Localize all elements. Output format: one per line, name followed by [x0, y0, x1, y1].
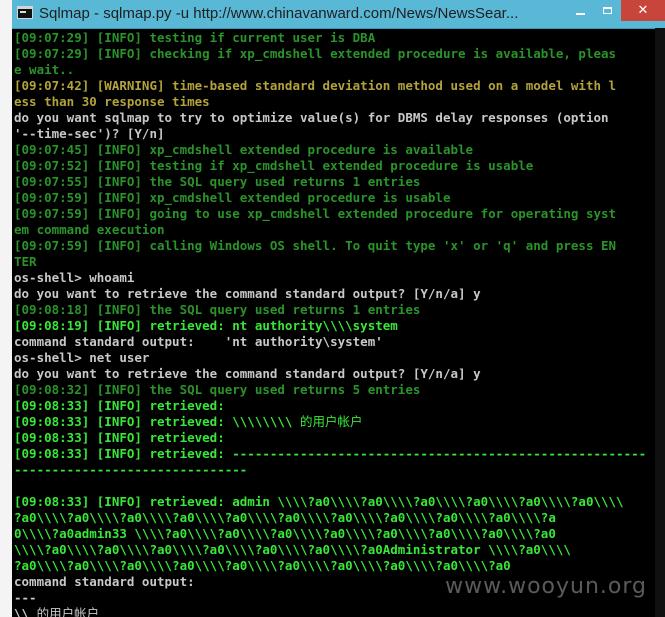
console-text: [09:07:59] [INFO] going to use xp_cmdshe…: [14, 206, 617, 221]
console-text: TER: [14, 254, 37, 269]
console-text: os-shell> whoami: [14, 270, 135, 285]
console-line: [09:07:45] [INFO] xp_cmdshell extended p…: [14, 142, 655, 158]
console-text: '--time-sec')? [Y/n]: [14, 126, 165, 141]
console-line: [09:07:55] [INFO] the SQL query used ret…: [14, 174, 655, 190]
console-text: command standard output: 'nt authority\s…: [14, 334, 383, 349]
console-line: do you want sqlmap to try to optimize va…: [14, 110, 655, 126]
console-text: ?a0\\\\?a0\\\\?a0\\\\?a0\\\\?a0\\\\?a0\\…: [14, 510, 556, 525]
console-text: \\: [14, 606, 37, 617]
console-text: [09:07:42] [WARNING] time-based standard…: [14, 78, 617, 93]
console-text: os-shell> net user: [14, 350, 150, 365]
console-line: [09:08:32] [INFO] the SQL query used ret…: [14, 382, 655, 398]
console-line: do you want to retrieve the command stan…: [14, 286, 655, 302]
sqlmap-console-window[interactable]: Sqlmap - sqlmap.py -u http://www.chinava…: [12, 0, 665, 617]
console-line: '--time-sec')? [Y/n]: [14, 126, 655, 142]
console-line: [09:08:19] [INFO] retrieved: nt authorit…: [14, 318, 655, 334]
console-line: [09:07:59] [INFO] calling Windows OS she…: [14, 238, 655, 254]
console-line: 0\\\\?a0admin33 \\\\?a0\\\\?a0\\\\?a0\\\…: [14, 526, 655, 542]
console-line: [09:08:33] [INFO] retrieved:: [14, 398, 655, 414]
console-line: command standard output: 'nt authority\s…: [14, 334, 655, 350]
console-line: TER: [14, 254, 655, 270]
console-text: do you want to retrieve the command stan…: [14, 366, 481, 381]
title-bar[interactable]: Sqlmap - sqlmap.py -u http://www.chinava…: [12, 0, 665, 29]
console-line: [09:08:33] [INFO] retrieved: \\\\\\\\ 的用…: [14, 414, 655, 430]
console-line: os-shell> net user: [14, 350, 655, 366]
maximize-button[interactable]: [594, 0, 621, 21]
console-text: do you want sqlmap to try to optimize va…: [14, 110, 609, 125]
console-text: [09:07:59] [INFO] xp_cmdshell extended p…: [14, 190, 451, 205]
vertical-scrollbar[interactable]: [655, 28, 665, 617]
window-controls: ✕: [567, 0, 665, 21]
console-icon: [17, 6, 33, 19]
console-line: em command execution: [14, 222, 655, 238]
console-text: [09:07:29] [INFO] checking if xp_cmdshel…: [14, 46, 617, 61]
console-line: [09:07:29] [INFO] checking if xp_cmdshel…: [14, 46, 655, 62]
window-title: Sqlmap - sqlmap.py -u http://www.chinava…: [39, 5, 519, 22]
console-output[interactable]: [09:07:29] [INFO] testing if current use…: [14, 30, 655, 617]
console-text: -------------------------------: [14, 462, 248, 477]
console-line: [09:07:29] [INFO] testing if current use…: [14, 30, 655, 46]
close-icon: ✕: [637, 3, 649, 18]
close-button[interactable]: ✕: [621, 0, 665, 21]
console-line: [09:08:33] [INFO] retrieved: -----------…: [14, 446, 655, 462]
console-line: -------------------------------: [14, 462, 655, 478]
console-line: e wait..: [14, 62, 655, 78]
console-line: ?a0\\\\?a0\\\\?a0\\\\?a0\\\\?a0\\\\?a0\\…: [14, 558, 655, 574]
console-text: [09:08:33] [INFO] retrieved:: [14, 398, 225, 413]
console-text: [09:07:55] [INFO] the SQL query used ret…: [14, 174, 421, 189]
console-text: do you want to retrieve the command stan…: [14, 286, 481, 301]
console-text: ess than 30 response times: [14, 94, 210, 109]
console-text: [09:07:52] [INFO] testing if xp_cmdshell…: [14, 158, 534, 173]
console-text: [09:08:33] [INFO] retrieved: -----------…: [14, 446, 647, 461]
console-text: ---: [14, 590, 37, 605]
console-line: [09:07:59] [INFO] xp_cmdshell extended p…: [14, 190, 655, 206]
console-text: [09:07:45] [INFO] xp_cmdshell extended p…: [14, 142, 474, 157]
console-line: ?a0\\\\?a0\\\\?a0\\\\?a0\\\\?a0\\\\?a0\\…: [14, 510, 655, 526]
console-text: [09:08:32] [INFO] the SQL query used ret…: [14, 382, 421, 397]
console-line: \\ 的用户帐户: [14, 606, 655, 617]
console-text: [09:07:59] [INFO] calling Windows OS she…: [14, 238, 617, 253]
console-text: em command execution: [14, 222, 165, 237]
console-line: os-shell> whoami: [14, 270, 655, 286]
watermark-text: www.wooyun.org: [445, 574, 647, 599]
console-line: [09:07:52] [INFO] testing if xp_cmdshell…: [14, 158, 655, 174]
console-text: 的用户帐户: [299, 414, 363, 429]
console-text: 0\\\\?a0admin33 \\\\?a0\\\\?a0\\\\?a0\\\…: [14, 526, 556, 541]
console-line: [09:07:42] [WARNING] time-based standard…: [14, 78, 655, 94]
console-text: \\\\?a0\\\\?a0\\\\?a0\\\\?a0\\\\?a0\\\\?…: [14, 542, 571, 557]
console-line: [09:08:33] [INFO] retrieved: admin \\\\?…: [14, 494, 655, 510]
console-line: [09:08:33] [INFO] retrieved:: [14, 430, 655, 446]
console-text: [09:08:18] [INFO] the SQL query used ret…: [14, 302, 421, 317]
minimize-button[interactable]: [567, 0, 594, 21]
console-text: e wait..: [14, 62, 75, 77]
console-line: \\\\?a0\\\\?a0\\\\?a0\\\\?a0\\\\?a0\\\\?…: [14, 542, 655, 558]
console-text: [09:08:19] [INFO] retrieved: nt authorit…: [14, 318, 398, 333]
console-text: [09:08:33] [INFO] retrieved:: [14, 430, 225, 445]
console-text: command standard output:: [14, 574, 195, 589]
console-text: [09:08:33] [INFO] retrieved: \\\\\\\\: [14, 414, 300, 429]
console-text: ?a0\\\\?a0\\\\?a0\\\\?a0\\\\?a0\\\\?a0\\…: [14, 558, 511, 573]
console-line: [09:07:59] [INFO] going to use xp_cmdshe…: [14, 206, 655, 222]
console-text: [09:08:33] [INFO] retrieved: admin \\\\?…: [14, 494, 624, 509]
console-line: ess than 30 response times: [14, 94, 655, 110]
console-text: [09:07:29] [INFO] testing if current use…: [14, 30, 376, 45]
console-line: do you want to retrieve the command stan…: [14, 366, 655, 382]
console-text: 的用户帐户: [36, 606, 100, 617]
console-line: [09:08:18] [INFO] the SQL query used ret…: [14, 302, 655, 318]
